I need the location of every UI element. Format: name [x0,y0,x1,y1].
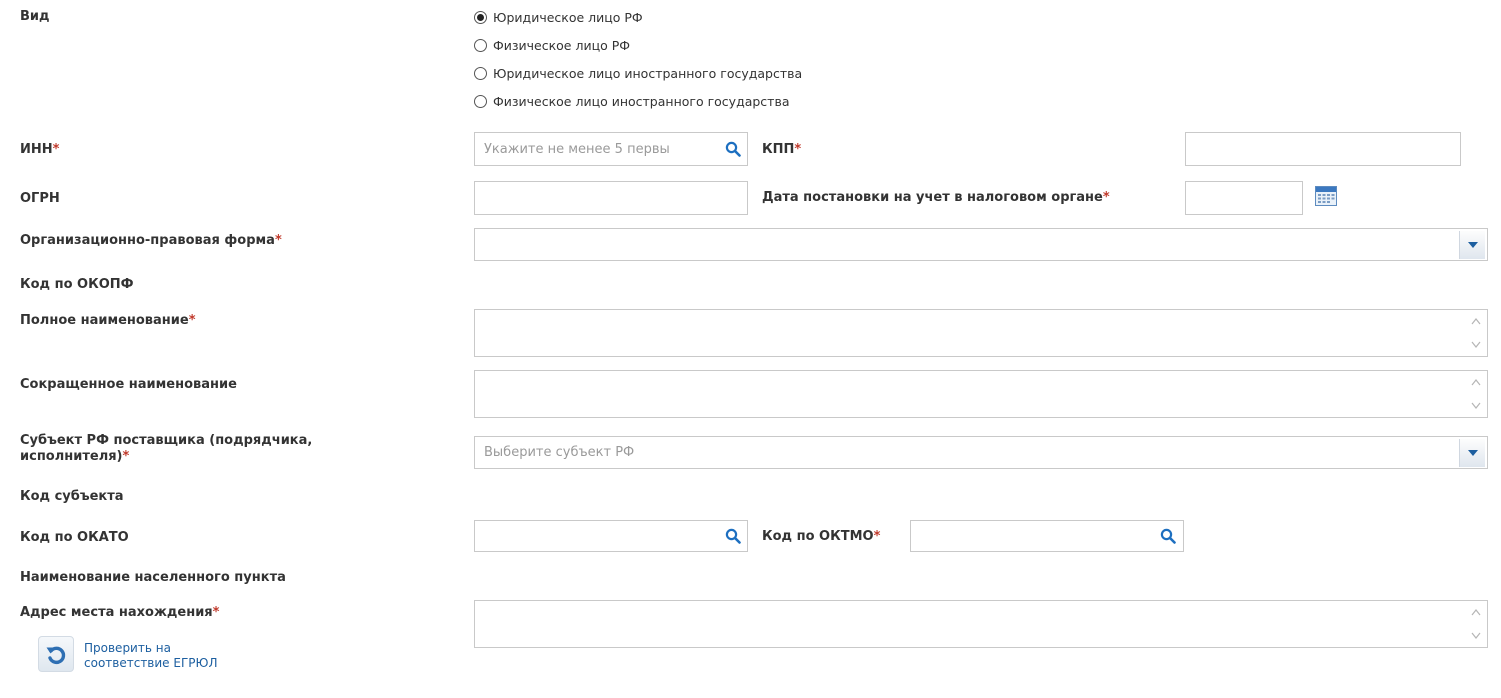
required-mark: * [1102,190,1110,205]
refresh-icon [46,646,66,665]
subject-code-label: Код субъекта [20,489,124,504]
settlement-label: Наименование населенного пункта [20,570,286,585]
oktmo-label: Код по ОКТМО* [762,529,880,544]
radio-individual-rf[interactable]: Физическое лицо РФ [474,35,630,55]
registration-date-label-text: Дата постановки на учет в налоговом орга… [762,190,1103,205]
ogrn-label: ОГРН [20,191,60,206]
okato-field[interactable] [474,520,748,552]
verify-egrul-link[interactable]: Проверить на соответствие ЕГРЮЛ [84,641,224,671]
short-name-label: Сокращенное наименование [20,377,237,392]
address-label: Адрес места нахождения* [20,605,219,621]
full-name-label-text: Полное наименование [20,313,189,328]
calendar-icon[interactable] [1315,186,1337,206]
kpp-label: КПП* [762,142,801,157]
radio-button[interactable] [474,38,487,52]
radio-button[interactable] [474,94,487,108]
address-label-text: Адрес места нахождения [20,605,213,620]
okopf-label: Код по ОКОПФ [20,277,134,292]
verify-egrul-button[interactable] [38,636,74,672]
subject-label-line2: исполнителя)* [20,449,312,465]
chevron-down-icon [1467,242,1478,248]
search-icon[interactable] [725,528,741,544]
full-name-label: Полное наименование* [20,313,196,329]
inn-field[interactable]: Укажите не менее 5 первы [474,132,748,166]
radio-label: Юридическое лицо РФ [493,9,643,25]
inn-placeholder: Укажите не менее 5 первы [484,142,670,157]
required-mark: * [873,529,881,544]
inn-label-text: ИНН [20,142,53,157]
chevron-down-icon [1467,450,1478,456]
subject-label-line2-text: исполнителя) [20,449,123,464]
subject-placeholder: Выберите субъект РФ [484,445,635,460]
org-form-label: Организационно-правовая форма* [20,233,282,249]
radio-button[interactable] [474,10,487,24]
textarea-scroll-arrows[interactable] [1469,602,1483,646]
kpp-field[interactable] [1185,132,1461,166]
subject-label: Субъект РФ поставщика (подрядчика, испол… [20,433,312,465]
org-form-select[interactable] [474,228,1488,261]
kpp-label-text: КПП [762,142,795,157]
radio-label: Физическое лицо РФ [493,37,631,53]
full-name-textarea[interactable] [474,309,1488,357]
radio-legal-foreign[interactable]: Юридическое лицо иностранного государств… [474,63,802,83]
search-icon[interactable] [1160,528,1176,544]
radio-legal-rf[interactable]: Юридическое лицо РФ [474,7,643,27]
short-name-textarea[interactable] [474,370,1488,418]
dropdown-button[interactable] [1459,231,1485,259]
radio-individual-foreign[interactable]: Физическое лицо иностранного государства [474,91,789,111]
required-mark: * [274,233,282,248]
textarea-scroll-arrows[interactable] [1469,311,1483,355]
type-label: Вид [20,9,50,24]
inn-label: ИНН* [20,142,59,158]
subject-select[interactable]: Выберите субъект РФ [474,436,1488,469]
oktmo-field[interactable] [910,520,1184,552]
required-mark: * [212,605,220,620]
required-mark: * [188,313,196,328]
dropdown-button[interactable] [1459,439,1485,467]
required-mark: * [794,142,802,157]
radio-label: Физическое лицо иностранного государства [493,93,790,109]
ogrn-field[interactable] [474,181,748,215]
oktmo-label-text: Код по ОКТМО [762,529,874,544]
search-icon[interactable] [725,141,741,157]
radio-button[interactable] [474,66,487,80]
required-mark: * [52,142,60,157]
radio-label: Юридическое лицо иностранного государств… [493,65,803,81]
required-mark: * [122,449,130,464]
verify-link-line2: соответствие ЕГРЮЛ [84,656,218,670]
textarea-scroll-arrows[interactable] [1469,372,1483,416]
registration-date-field[interactable] [1185,181,1303,215]
registration-date-label: Дата постановки на учет в налоговом орга… [762,190,1110,205]
address-textarea[interactable] [474,600,1488,648]
subject-label-line1: Субъект РФ поставщика (подрядчика, [20,433,313,448]
org-form-label-text: Организационно-правовая форма [20,233,275,248]
okato-label: Код по ОКАТО [20,530,129,545]
verify-link-line1: Проверить на [84,641,171,655]
